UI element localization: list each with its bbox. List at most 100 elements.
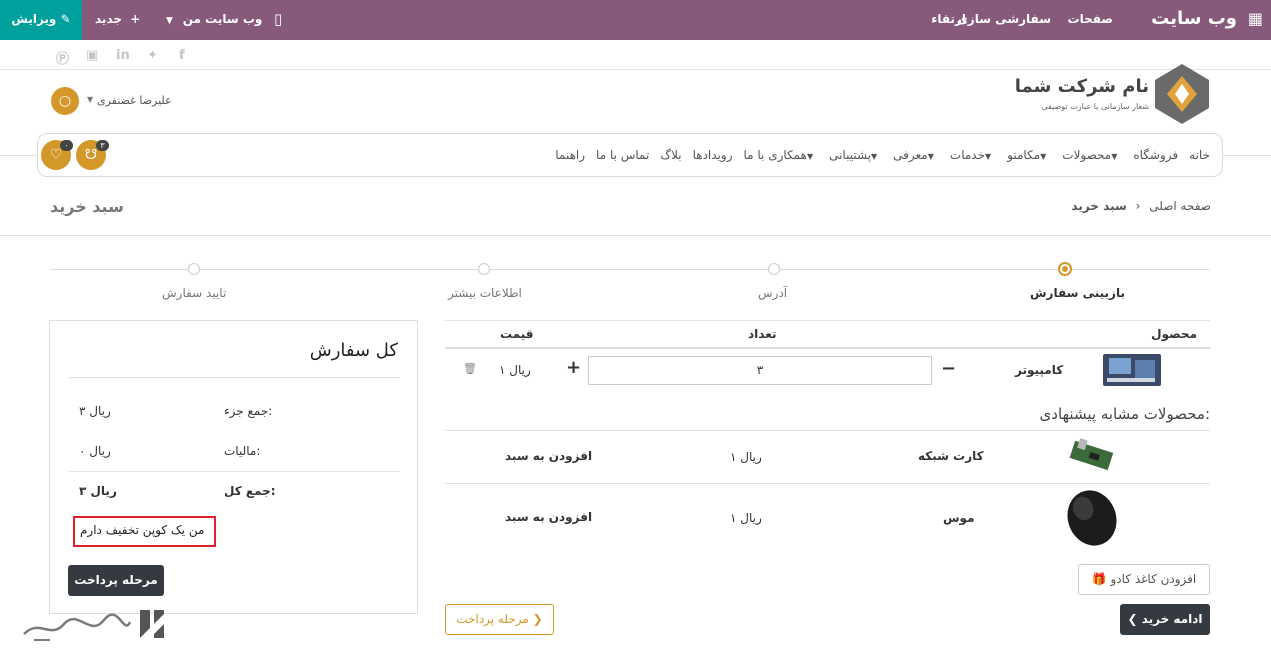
site-menu-title[interactable]: وب سایت <box>1151 0 1237 40</box>
nav-item-2[interactable]: فروشگاه <box>1133 148 1178 162</box>
nav-item-label: راهنما <box>555 148 586 162</box>
logo-name: نام شرکت شما <box>1014 76 1149 97</box>
chevron-down-icon: ▼ <box>166 16 173 26</box>
cart-item-price: ۱ ریال <box>499 363 531 377</box>
checkout-outline-label: مرحله پرداخت <box>456 612 529 626</box>
nav-item-7[interactable]: پشتیبانی▼ <box>829 148 882 162</box>
mouse-image[interactable] <box>1061 486 1123 548</box>
title-divider <box>0 235 1271 236</box>
watermark-logo <box>20 604 170 648</box>
summary-divider <box>68 377 400 378</box>
suggested-price: ۱ ریال <box>730 511 762 525</box>
step-confirm-label: تایید سفارش <box>162 286 227 300</box>
suggested-name[interactable]: موس <box>943 511 975 525</box>
my-site-label: وب سایت من <box>182 12 263 26</box>
computer-product-image[interactable] <box>1103 354 1161 386</box>
plus-icon: + <box>130 12 141 26</box>
edit-button[interactable]: ویرایش ✎ <box>0 0 82 40</box>
continue-shopping-button[interactable]: ❮ ادامه خرید <box>1120 604 1210 635</box>
nav-item-5[interactable]: خدمات▼ <box>950 148 996 162</box>
apps-grid-icon[interactable]: ▦ <box>1248 0 1263 40</box>
user-menu[interactable]: ○ ▼ علیرضا غضنفری <box>51 87 172 115</box>
gift-icon: 🎁 <box>1091 572 1107 586</box>
nav-item-3[interactable]: محصولات▼ <box>1062 148 1122 162</box>
nav-item-label: فروشگاه <box>1133 148 1179 162</box>
customize-menu[interactable]: سفارشی سازی <box>957 0 1051 40</box>
col-quantity: تعداد <box>748 327 777 341</box>
user-name: علیرضا غضنفری <box>97 94 172 107</box>
step-address-label: آدرس <box>758 286 788 300</box>
nav-item-label: تماس با ما <box>596 148 650 162</box>
logo-mark-icon <box>1155 64 1209 124</box>
chevron-down-icon: ▼ <box>87 95 94 104</box>
company-logo[interactable]: نام شرکت شما شعار سازمانی یا عبارت توصیف… <box>1015 62 1211 126</box>
network-card-image[interactable] <box>1065 437 1121 477</box>
pages-menu[interactable]: صفحات <box>1068 0 1113 40</box>
nav-item-6[interactable]: معرفی▼ <box>893 148 939 162</box>
checkout-outline-button[interactable]: مرحله پرداخت ❯ <box>445 604 554 635</box>
nav-item-1[interactable]: خانه <box>1189 148 1210 162</box>
step-extra-info-label: اطلاعات بیشتر <box>448 286 522 300</box>
subtotal-value: ۳ ریال <box>79 404 111 418</box>
list-item: کارت شبکه ۱ ریال افزودن به سبد <box>445 431 1210 483</box>
twitter-icon[interactable]: ✦ <box>147 48 158 63</box>
checkout-label: مرحله پرداخت <box>74 573 158 587</box>
step-review-dot <box>1058 262 1072 276</box>
admin-top-bar: ▦ وب سایت صفحات سفارشی سازی ارتقاء ▯ ▼ و… <box>0 0 1271 40</box>
tax-label: مالیات: <box>224 444 261 458</box>
table-header-border <box>445 347 1210 349</box>
quantity-value: ۳ <box>756 363 764 377</box>
chevron-left-icon: ❮ <box>1127 612 1138 626</box>
pinterest-icon[interactable]: Ⓟ <box>56 48 69 67</box>
order-summary-card: کل سفارش جمع جزء: ۳ ریال مالیات: ۰ ریال … <box>49 320 418 614</box>
total-divider <box>68 471 400 472</box>
instagram-icon[interactable]: ▣ <box>86 48 98 63</box>
suggested-price: ۱ ریال <box>730 450 762 464</box>
suggested-name[interactable]: کارت شبکه <box>918 449 984 463</box>
nav-item-11[interactable]: تماس با ما <box>596 148 649 162</box>
nav-item-9[interactable]: رویدادها <box>693 148 733 162</box>
nav-item-8[interactable]: همکاری با ما▼ <box>743 148 818 162</box>
chevron-down-icon: ▼ <box>1111 152 1118 161</box>
chevron-down-icon: ▼ <box>1040 152 1047 161</box>
new-button[interactable]: جدید + <box>95 0 140 40</box>
new-label: جدید <box>95 12 123 26</box>
nav-item-label: همکاری با ما <box>743 148 807 162</box>
table-top-border <box>445 320 1210 321</box>
wizard-track <box>50 269 1210 270</box>
upgrade-menu[interactable]: ارتقاء <box>931 0 966 40</box>
add-to-cart-link[interactable]: افزودن به سبد <box>505 449 592 463</box>
total-label: جمع کل: <box>224 484 276 498</box>
my-site-dropdown[interactable]: ▼ وب سایت من <box>166 0 262 40</box>
linkedin-icon[interactable]: in <box>116 48 130 63</box>
chevron-right-icon: ❯ <box>532 612 543 626</box>
continue-shopping-label: ادامه خرید <box>1141 612 1203 626</box>
breadcrumb-home[interactable]: صفحه اصلی <box>1149 199 1211 213</box>
breadcrumb: صفحه اصلی ‹ سبد خرید <box>1071 199 1211 213</box>
logo-tagline: شعار سازمانی یا عبارت توصیفی <box>1041 102 1149 111</box>
nav-item-12[interactable]: راهنما <box>555 148 585 162</box>
mobile-preview-icon[interactable]: ▯ <box>274 0 282 40</box>
coupon-link[interactable]: من یک کوپن تخفیف دارم <box>80 523 204 537</box>
nav-item-label: رویدادها <box>692 148 733 162</box>
nav-item-label: خانه <box>1189 148 1210 162</box>
nav-item-10[interactable]: بلاگ <box>660 148 681 162</box>
quantity-decrease-button[interactable]: − <box>941 358 956 379</box>
cart-item-name[interactable]: کامپیوتر <box>1015 363 1063 377</box>
cart-badge: ۳ <box>96 140 109 151</box>
chat-bubble-icon: ○ <box>51 87 79 115</box>
quantity-input[interactable]: ۳ <box>588 356 932 385</box>
quantity-increase-button[interactable]: + <box>566 357 581 378</box>
nav-item-label: معرفی <box>893 148 928 162</box>
nav-item-label: بلاگ <box>660 148 682 162</box>
checkout-button[interactable]: مرحله پرداخت <box>68 565 164 596</box>
gift-wrap-button[interactable]: 🎁 افزودن کاغذ کادو <box>1078 564 1210 595</box>
nav-item-4[interactable]: مکامنو▼ <box>1007 148 1051 162</box>
trash-icon[interactable]: 🗑 <box>463 362 477 375</box>
wishlist-badge: ۰ <box>60 140 73 151</box>
table-row: کامپیوتر − ۳ + ۱ ریال 🗑 <box>445 350 1210 392</box>
add-to-cart-link[interactable]: افزودن به سبد <box>505 510 592 524</box>
step-review-label: بازبینی سفارش <box>1030 286 1125 300</box>
facebook-icon[interactable]: f <box>179 48 185 63</box>
chevron-down-icon: ▼ <box>985 152 992 161</box>
